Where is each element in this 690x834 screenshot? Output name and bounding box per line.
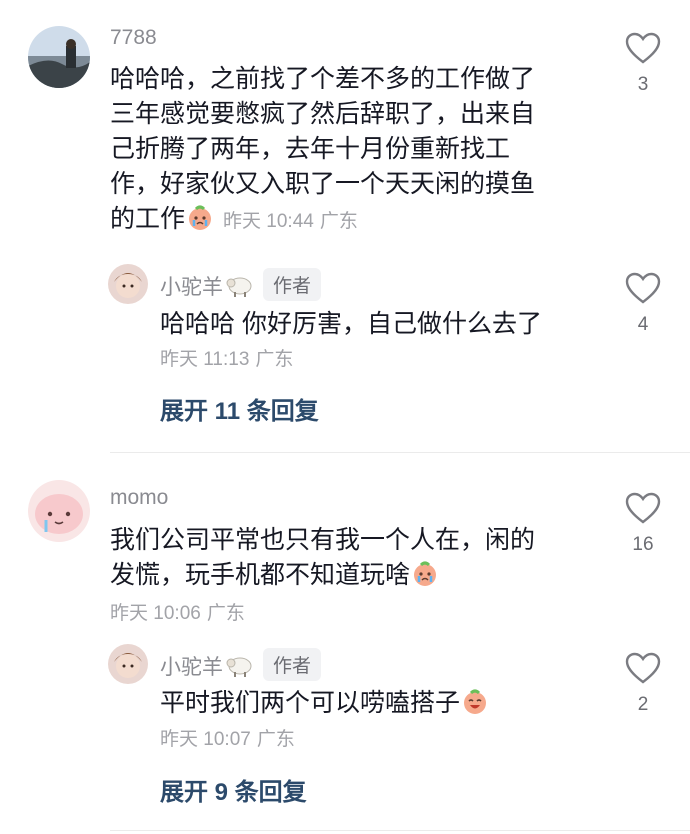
crying-face-icon bbox=[412, 561, 438, 587]
like-count: 2 bbox=[637, 694, 649, 715]
author-badge: 作者 bbox=[263, 648, 322, 681]
like-count: 4 bbox=[637, 314, 649, 335]
grinning-face-icon bbox=[462, 689, 488, 715]
comment-thread: 7788 哈哈哈，之前找了个差不多的工作做了 三年感觉要憋疯了然后辞职了，出来自… bbox=[0, 0, 690, 440]
heart-icon bbox=[625, 32, 661, 64]
reply-time: 昨天 11:13 bbox=[160, 349, 250, 370]
like-button[interactable]: 4 bbox=[618, 272, 668, 336]
sheep-icon bbox=[226, 277, 252, 297]
comment-text-line: 发慌，玩手机都不知道玩啥 bbox=[110, 558, 590, 593]
comment-username[interactable]: 7788 bbox=[110, 26, 157, 50]
reply-text: 哈哈哈 你好厉害，自己做什么去了 bbox=[160, 310, 542, 338]
comment-time: 昨天 10:44 bbox=[223, 211, 314, 232]
heart-icon bbox=[625, 652, 661, 684]
crying-face-icon bbox=[187, 205, 213, 231]
reply-username-row: 小驼羊 作者 bbox=[160, 648, 322, 681]
comment-text: 哈哈哈，之前找了个差不多的工作做了 三年感觉要憋疯了然后辞职了，出来自 己折腾了… bbox=[110, 62, 590, 239]
reply-location: 广东 bbox=[256, 729, 295, 750]
reply-meta: 昨天 10:07 广东 bbox=[160, 724, 301, 751]
expand-replies-button[interactable]: 展开 11 条回复 bbox=[160, 391, 319, 426]
like-count: 3 bbox=[637, 74, 649, 95]
comment-text-last: 发慌，玩手机都不知道玩啥 bbox=[110, 561, 411, 589]
sheep-icon bbox=[226, 657, 252, 677]
comment-thread: momo 我们公司平常也只有我一个人在，闲的 发慌，玩手机都不知道玩啥 昨天 1… bbox=[0, 452, 690, 834]
like-button[interactable]: 16 bbox=[618, 492, 668, 556]
divider bbox=[110, 830, 690, 831]
avatar[interactable] bbox=[108, 264, 148, 304]
comment-meta: 昨天 10:44 广东 bbox=[223, 211, 364, 232]
comment-text-line: 己折腾了两年，去年十月份重新找工 bbox=[110, 135, 511, 163]
comment-text-line: 哈哈哈，之前找了个差不多的工作做了 bbox=[110, 65, 536, 93]
like-button[interactable]: 2 bbox=[618, 652, 668, 716]
avatar[interactable] bbox=[28, 26, 90, 88]
reply-username[interactable]: 小驼羊 bbox=[160, 656, 223, 679]
avatar[interactable] bbox=[108, 644, 148, 684]
heart-icon bbox=[625, 492, 661, 524]
heart-icon bbox=[625, 272, 661, 304]
avatar[interactable] bbox=[28, 480, 90, 542]
comment-location: 广东 bbox=[319, 211, 358, 232]
comment-time: 昨天 10:06 bbox=[110, 603, 201, 624]
comment-text-line: 我们公司平常也只有我一个人在，闲的 bbox=[110, 526, 536, 554]
comment-text-line: 作，好家伙又入职了一个天天闲的摸鱼 bbox=[110, 170, 536, 198]
reply-username-row: 小驼羊 作者 bbox=[160, 268, 322, 301]
comment-text-line: 三年感觉要憋疯了然后辞职了，出来自 bbox=[110, 100, 536, 128]
comment-username[interactable]: momo bbox=[110, 486, 168, 510]
reply-time: 昨天 10:07 bbox=[160, 729, 251, 750]
like-button[interactable]: 3 bbox=[618, 32, 668, 96]
reply-meta: 昨天 11:13 广东 bbox=[160, 344, 299, 371]
reply-username[interactable]: 小驼羊 bbox=[160, 276, 223, 299]
reply-text-content: 平时我们两个可以唠嗑搭子 bbox=[160, 689, 461, 717]
author-badge: 作者 bbox=[263, 268, 322, 301]
comment-text-line: 的工作 昨天 10:44 广东 bbox=[110, 202, 590, 239]
comment-meta: 昨天 10:06 广东 bbox=[110, 598, 251, 625]
comment-location: 广东 bbox=[206, 603, 245, 624]
reply-location: 广东 bbox=[255, 349, 294, 370]
reply-text: 平时我们两个可以唠嗑搭子 bbox=[160, 686, 490, 721]
expand-replies-button[interactable]: 展开 9 条回复 bbox=[160, 772, 307, 807]
comment-text: 我们公司平常也只有我一个人在，闲的 发慌，玩手机都不知道玩啥 bbox=[110, 523, 590, 593]
like-count: 16 bbox=[632, 534, 654, 555]
comment-text-last: 的工作 bbox=[110, 205, 186, 233]
